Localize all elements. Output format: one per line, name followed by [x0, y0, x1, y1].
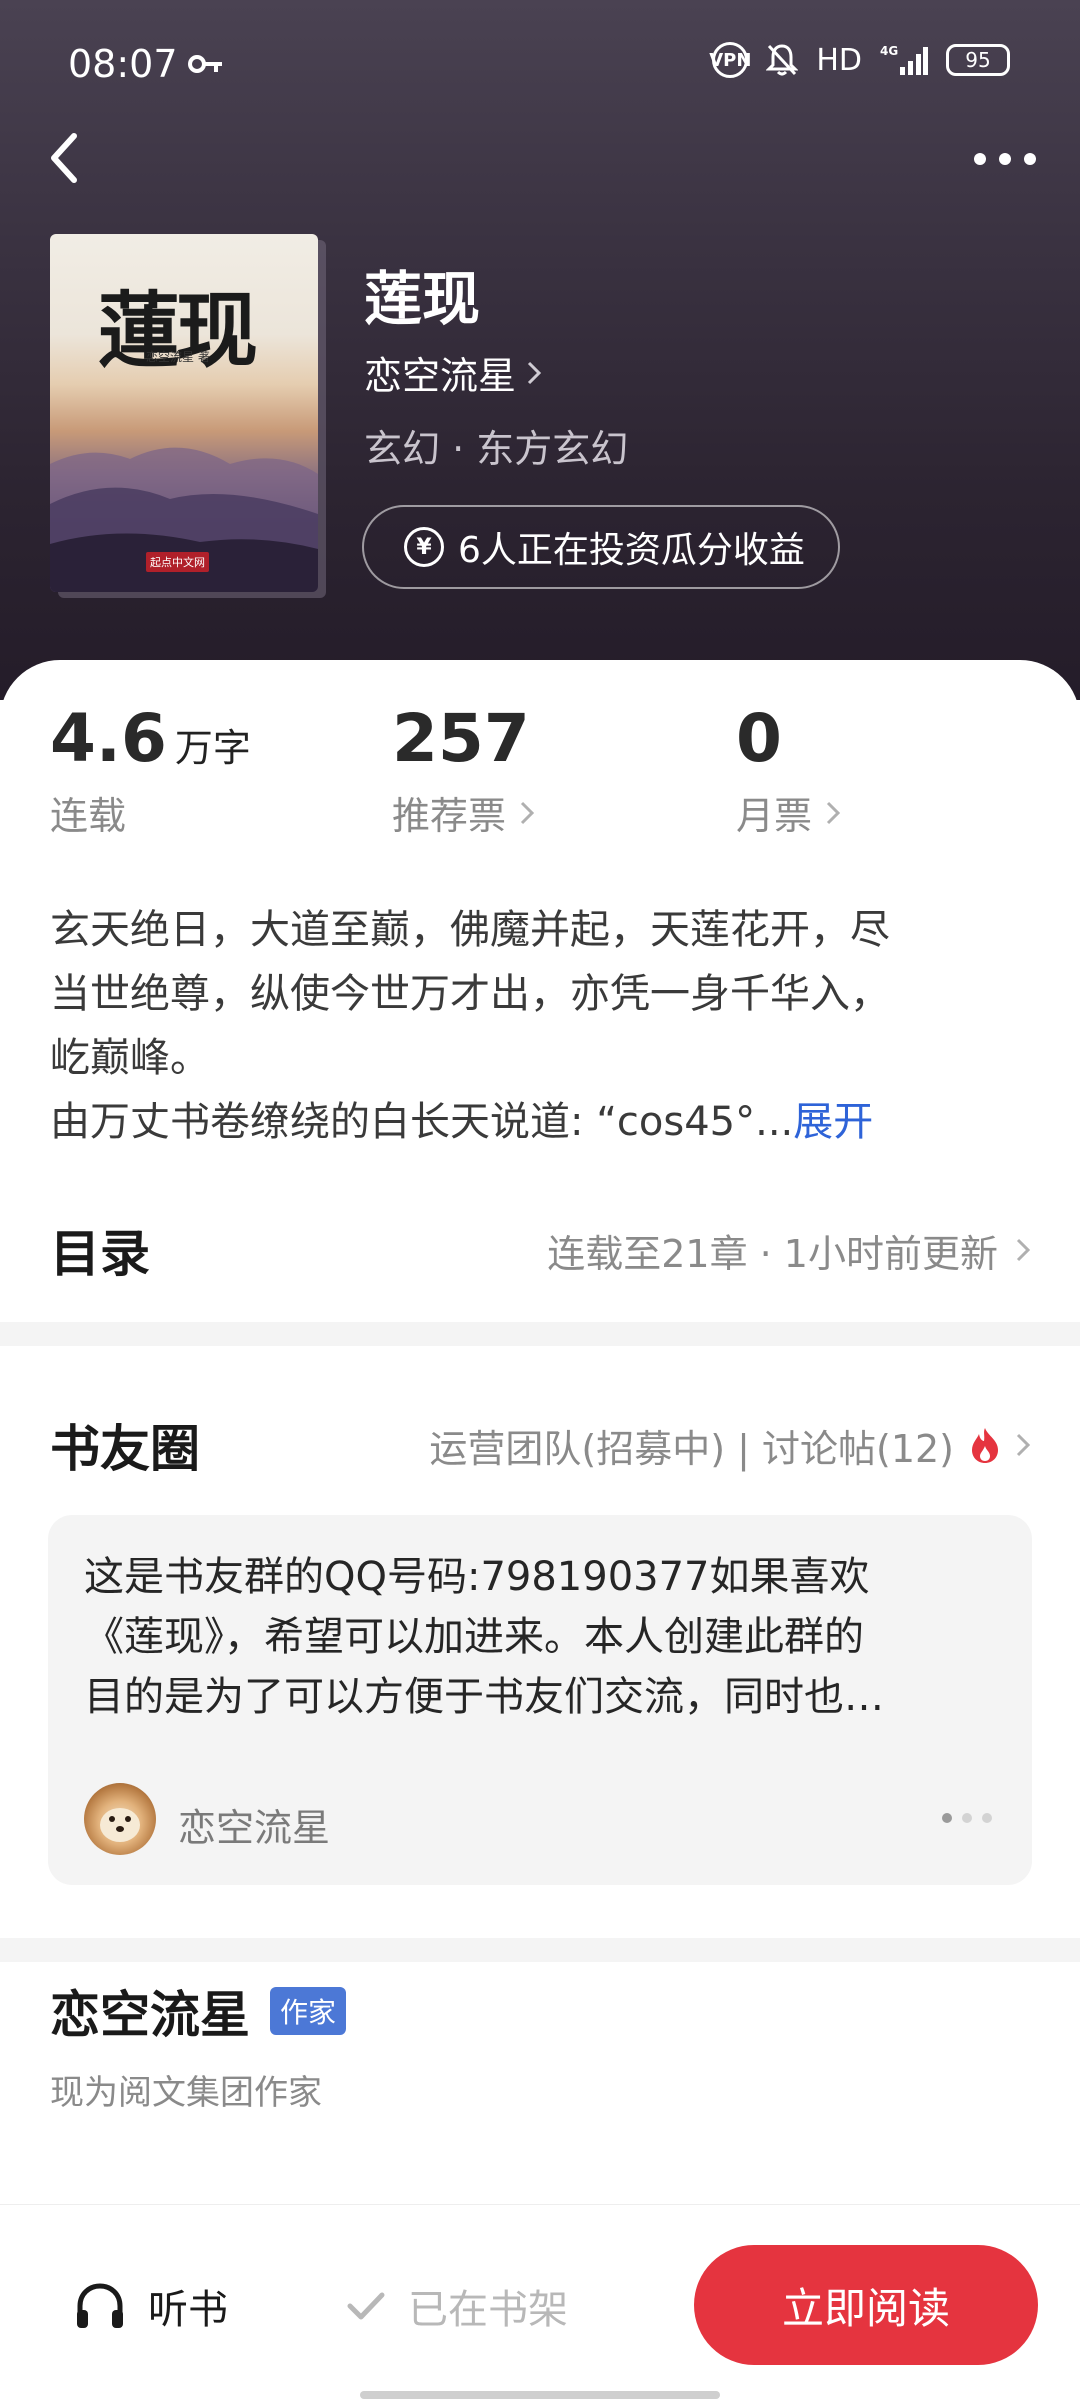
- chevron-right-icon: [520, 801, 535, 824]
- battery-icon: 95: [946, 44, 1010, 76]
- invest-label: 6人正在投资瓜分收益: [458, 530, 805, 571]
- book-circle-meta: 运营团队(招募中) | 讨论帖(12): [429, 1426, 954, 1471]
- book-cover[interactable]: 蓮现 恋空流星 著 起点中文网: [50, 234, 318, 592]
- check-icon: [347, 2292, 385, 2320]
- section-divider: [0, 1322, 1080, 1346]
- toc-title: 目录: [50, 1225, 150, 1283]
- chevron-right-icon: [527, 361, 542, 384]
- status-bar: 08:07 VPN HD 4G 95: [0, 0, 1080, 130]
- invest-button[interactable]: ¥ 6人正在投资瓜分收益: [362, 505, 840, 589]
- post-line: 这是书友群的QQ号码:798190377如果喜欢: [84, 1554, 870, 1600]
- vpn-icon: VPN: [709, 42, 751, 78]
- book-title: 莲现: [364, 265, 481, 333]
- book-circle-row[interactable]: 书友圈 运营团队(招募中) | 讨论帖(12): [50, 1390, 1030, 1500]
- book-header: 08:07 VPN HD 4G 95 蓮现 恋空流星 著 起点中文网 莲现 恋空…: [0, 0, 1080, 700]
- chevron-right-icon: [1016, 1433, 1030, 1457]
- post-text: 这是书友群的QQ号码:798190377如果喜欢 《莲现》，希望可以加进来。本人…: [84, 1547, 1004, 1727]
- synopsis-line: 由万丈书卷缭绕的白长天说道: “cos45°...: [50, 1099, 794, 1145]
- carousel-dot: [942, 1813, 952, 1823]
- toc-update-info: 连载至21章 · 1小时前更新: [547, 1231, 998, 1276]
- serial-status: 连载: [50, 794, 127, 838]
- carousel-dots: [942, 1813, 992, 1823]
- book-circle-post[interactable]: 这是书友群的QQ号码:798190377如果喜欢 《莲现》，希望可以加进来。本人…: [48, 1515, 1032, 1885]
- post-line: 目的是为了可以方便于书友们交流，同时也…: [84, 1674, 884, 1720]
- carousel-dot: [962, 1813, 972, 1823]
- bell-muted-icon: [766, 44, 799, 76]
- read-now-button[interactable]: 立即阅读: [694, 2245, 1038, 2365]
- synopsis[interactable]: 玄天绝日，大道至巅，佛魔并起，天莲花开，尽 当世绝尊，纵使今世万才出，亦凭一身千…: [50, 898, 1040, 1154]
- avatar[interactable]: [84, 1783, 156, 1855]
- stat-recommend[interactable]: 257 推荐票: [392, 700, 535, 840]
- book-author-name: 恋空流星: [364, 354, 517, 398]
- status-time: 08:07: [68, 42, 178, 86]
- author-name: 恋空流星: [50, 1986, 250, 2044]
- cover-title: 蓮现: [98, 283, 258, 379]
- book-detail-content: 4.6 万字 连载 257 推荐票 0 月票 玄天绝日，大道至巅，佛魔并起，天莲…: [0, 660, 1080, 2400]
- recommend-label: 推荐票: [392, 794, 507, 838]
- signal-icon: 4G: [880, 44, 928, 75]
- svg-text:4G: 4G: [880, 44, 898, 58]
- book-author-link[interactable]: 恋空流星: [364, 345, 542, 400]
- bottom-action-bar: 听书 已在书架 立即阅读: [0, 2204, 1080, 2400]
- table-of-contents-row[interactable]: 目录 连载至21章 · 1小时前更新: [50, 1200, 1030, 1300]
- recommend-value: 257: [392, 700, 530, 777]
- stat-word-count: 4.6 万字 连载: [50, 700, 251, 840]
- cover-author: 恋空流星 著: [146, 350, 210, 364]
- book-genre: 玄幻 · 东方玄幻: [364, 427, 629, 471]
- chevron-right-icon: [826, 801, 841, 824]
- synopsis-line: 玄天绝日，大道至巅，佛魔并起，天莲花开，尽: [50, 907, 890, 953]
- word-count-value: 4.6: [50, 700, 167, 777]
- flame-icon: [972, 1428, 998, 1463]
- key-icon: [188, 55, 222, 73]
- cover-publisher-logo: 起点中文网: [146, 552, 209, 572]
- status-icons: VPN HD 4G 95: [709, 42, 1010, 78]
- monthly-label: 月票: [736, 794, 813, 838]
- carousel-dot: [982, 1813, 992, 1823]
- dog-avatar-art: [100, 1808, 140, 1842]
- on-shelf-button[interactable]: 已在书架: [346, 2277, 568, 2335]
- post-line: 《莲现》，希望可以加进来。本人创建此群的: [84, 1614, 864, 1660]
- home-indicator[interactable]: [360, 2391, 720, 2399]
- hd-indicator: HD: [816, 42, 862, 78]
- back-icon[interactable]: [44, 130, 84, 186]
- listen-button[interactable]: 听书: [74, 2277, 228, 2335]
- book-circle-title: 书友圈: [50, 1420, 200, 1478]
- chevron-right-icon: [1016, 1238, 1030, 1262]
- synopsis-line: 屹巅峰。: [50, 1035, 210, 1081]
- author-badge: 作家: [270, 1987, 347, 2035]
- author-desc: 现为阅文集团作家: [50, 2073, 322, 2113]
- post-author: 恋空流星: [178, 1806, 331, 1850]
- headphones-icon: [77, 2283, 123, 2328]
- listen-label: 听书: [148, 2287, 228, 2333]
- monthly-value: 0: [736, 700, 782, 777]
- synopsis-line: 当世绝尊，纵使今世万才出，亦凭一身千华入，: [50, 971, 890, 1017]
- word-count-unit: 万字: [174, 726, 251, 770]
- on-shelf-label: 已在书架: [408, 2287, 568, 2333]
- more-icon[interactable]: [970, 148, 1040, 170]
- stat-monthly[interactable]: 0 月票: [736, 700, 841, 840]
- expand-link[interactable]: 展开: [793, 1099, 873, 1145]
- read-now-label: 立即阅读: [781, 2283, 950, 2333]
- section-divider: [0, 1938, 1080, 1962]
- yen-icon: ¥: [404, 527, 444, 567]
- author-section[interactable]: 恋空流星 作家 现为阅文集团作家: [50, 1975, 347, 2114]
